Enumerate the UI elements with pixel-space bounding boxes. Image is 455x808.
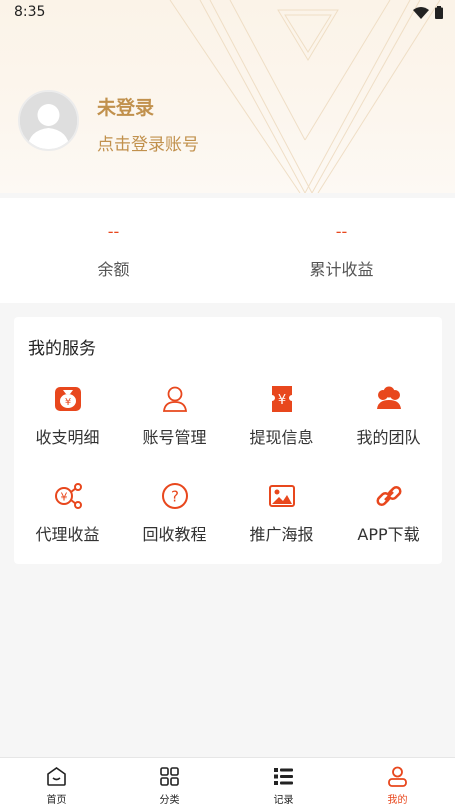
- svg-text:¥: ¥: [65, 397, 71, 408]
- tab-label: 首页: [46, 795, 67, 806]
- service-label: 提现信息: [249, 428, 314, 447]
- battery-icon: [435, 6, 443, 19]
- team-icon: [377, 386, 401, 409]
- service-label: 账号管理: [142, 428, 207, 447]
- service-label: 我的团队: [356, 428, 421, 447]
- svg-text:?: ?: [171, 488, 179, 506]
- profile-header: 8:35 未登录 点击登录账号: [0, 0, 455, 193]
- status-time: 8:35: [14, 4, 46, 20]
- login-status-title[interactable]: 未登录: [97, 93, 154, 120]
- home-icon: [47, 767, 66, 786]
- service-withdrawal-info[interactable]: ¥ 提现信息: [228, 384, 335, 474]
- service-label: 收支明细: [35, 428, 100, 447]
- service-label: APP下载: [357, 525, 420, 544]
- user-icon: [162, 386, 188, 412]
- service-account-management[interactable]: 账号管理: [121, 384, 228, 474]
- service-label: 推广海报: [249, 525, 314, 544]
- wifi-icon: [413, 6, 429, 19]
- stat-label: 累计收益: [309, 260, 374, 279]
- svg-text:¥: ¥: [61, 491, 68, 504]
- person-icon: [388, 766, 407, 787]
- tab-label: 记录: [273, 795, 294, 806]
- tab-label: 分类: [159, 795, 180, 806]
- tab-records[interactable]: 记录: [227, 758, 340, 808]
- list-icon: [274, 768, 293, 785]
- service-income-details[interactable]: ¥ 收支明细: [14, 384, 121, 474]
- service-label: 回收教程: [142, 525, 207, 544]
- service-agent-earnings[interactable]: ¥ 代理收益: [14, 481, 121, 571]
- status-bar: 8:35: [0, 0, 455, 26]
- service-label: 代理收益: [35, 525, 100, 544]
- avatar[interactable]: [18, 90, 79, 151]
- tab-home[interactable]: 首页: [0, 758, 113, 808]
- service-app-download[interactable]: APP下载: [335, 481, 442, 571]
- default-avatar-icon: [20, 92, 77, 149]
- service-promo-poster[interactable]: 推广海报: [228, 481, 335, 571]
- services-card: 我的服务 ¥ 收支明细 账号管理 ¥ 提现信息 我的团队 ¥ 代理收益 ? 回收…: [14, 317, 442, 564]
- question-icon: ?: [162, 483, 188, 509]
- money-bag-icon: ¥: [55, 387, 81, 411]
- link-icon: [376, 485, 402, 507]
- svg-text:¥: ¥: [278, 393, 286, 408]
- stats-panel: -- 余额 -- 累计收益: [0, 198, 455, 303]
- stat-total-earnings[interactable]: -- 累计收益: [228, 198, 455, 303]
- tab-label: 我的: [387, 795, 408, 806]
- services-title: 我的服务: [28, 339, 96, 359]
- service-my-team[interactable]: 我的团队: [335, 384, 442, 474]
- bottom-tab-bar: 首页 分类 记录 我的: [0, 757, 455, 808]
- stat-value: --: [335, 222, 348, 241]
- stat-label: 余额: [97, 260, 130, 279]
- login-link[interactable]: 点击登录账号: [97, 130, 199, 155]
- tab-category[interactable]: 分类: [113, 758, 226, 808]
- grid-icon: [160, 767, 179, 786]
- yuan-ticket-icon: ¥: [272, 386, 292, 412]
- stat-value: --: [107, 222, 120, 241]
- tab-mine[interactable]: 我的: [341, 758, 454, 808]
- service-recycle-tutorial[interactable]: ? 回收教程: [121, 481, 228, 571]
- image-icon: [269, 485, 295, 507]
- share-yuan-icon: ¥: [55, 483, 82, 509]
- stat-balance[interactable]: -- 余额: [0, 198, 227, 303]
